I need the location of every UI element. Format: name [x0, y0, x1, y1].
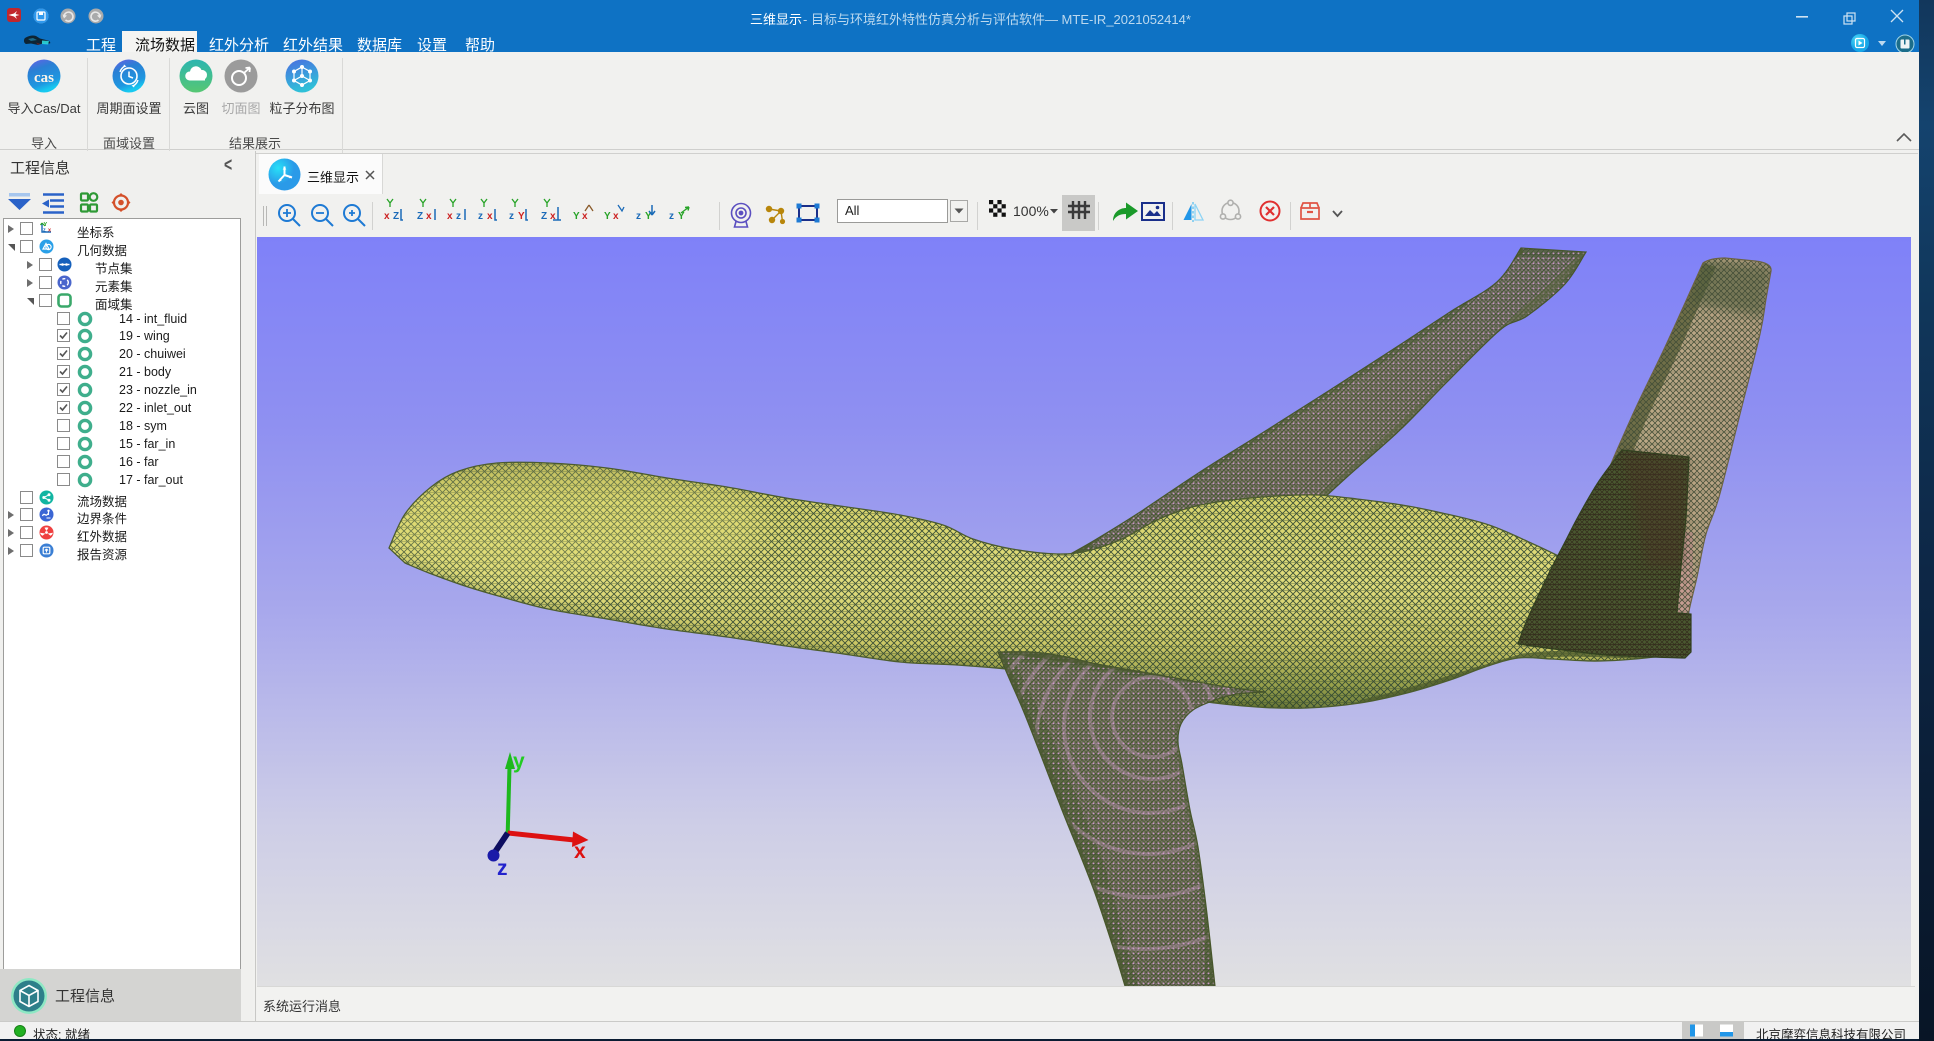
- svg-text:Y: Y: [573, 211, 580, 222]
- svg-text:x: x: [48, 228, 52, 234]
- svg-text:x: x: [426, 211, 432, 222]
- svg-text:Z: Z: [541, 211, 547, 222]
- svg-text:x: x: [487, 211, 493, 222]
- svg-text:z: z: [456, 211, 461, 222]
- svg-text:All: All: [845, 203, 860, 218]
- svg-text:Z: Z: [393, 211, 399, 222]
- svg-text:Y: Y: [518, 211, 525, 222]
- svg-text:x: x: [384, 211, 390, 222]
- svg-text:z: z: [43, 228, 46, 234]
- svg-text:Z: Z: [417, 211, 423, 222]
- svg-text:z: z: [636, 211, 641, 222]
- svg-text:Y: Y: [604, 211, 611, 222]
- svg-text:z: z: [509, 211, 514, 222]
- svg-text:x: x: [574, 840, 586, 863]
- svg-text:x: x: [447, 211, 453, 222]
- svg-text:100%: 100%: [1013, 203, 1049, 219]
- svg-text:z: z: [497, 857, 508, 880]
- svg-text:y: y: [513, 750, 525, 773]
- svg-text:x: x: [613, 211, 619, 222]
- svg-text:z: z: [478, 211, 483, 222]
- svg-text:x: x: [582, 211, 588, 222]
- svg-text:cas: cas: [34, 70, 54, 86]
- svg-text:z: z: [669, 211, 674, 222]
